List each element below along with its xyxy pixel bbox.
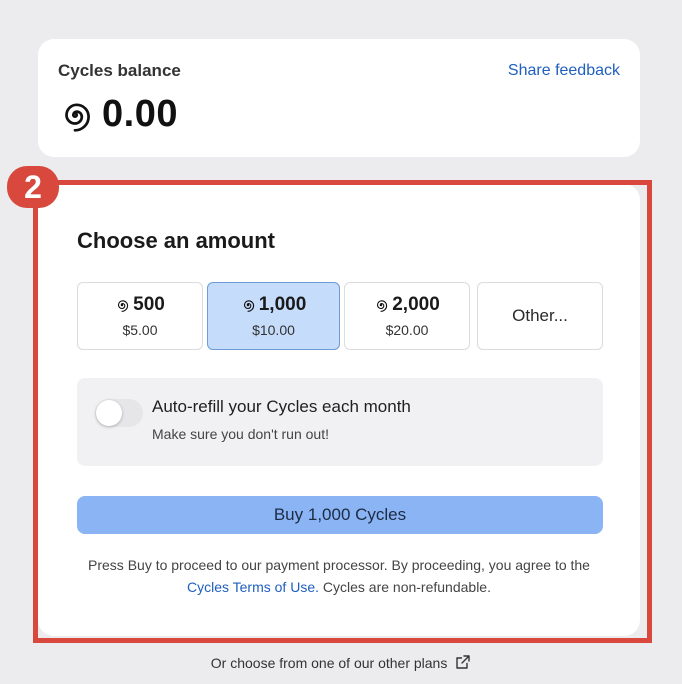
option-price: $5.00 — [122, 322, 158, 338]
toggle-knob — [96, 400, 122, 426]
auto-refill-title: Auto-refill your Cycles each month — [152, 397, 411, 416]
option-price: $20.00 — [385, 322, 429, 338]
cycles-spiral-icon — [374, 298, 388, 312]
option-cycles: 2,000 — [392, 294, 440, 315]
choose-amount-title: Choose an amount — [77, 228, 276, 253]
other-amount-label: Other... — [512, 306, 568, 325]
step-badge: 2 — [7, 166, 59, 208]
auto-refill-subtitle: Make sure you don't run out! — [152, 426, 329, 442]
balance-card: Cycles balance Share feedback 0.00 — [38, 39, 640, 157]
auto-refill-panel: Auto-refill your Cycles each month Make … — [77, 378, 603, 466]
cycles-spiral-icon — [58, 98, 92, 132]
share-feedback-link[interactable]: Share feedback — [508, 62, 620, 80]
terms-of-use-link[interactable]: Cycles Terms of Use. — [187, 579, 319, 595]
buy-cycles-button[interactable]: Buy 1,000 Cycles — [77, 496, 603, 534]
balance-row: 0.00 — [58, 93, 178, 136]
amount-option-2000[interactable]: 2,000 $20.00 — [344, 282, 470, 350]
other-plans-footer[interactable]: Or choose from one of our other plans — [0, 654, 682, 671]
other-plans-link[interactable]: Or choose from one of our other plans — [211, 655, 448, 671]
external-link-icon — [456, 655, 470, 669]
terms-suffix: Cycles are non-refundable. — [322, 579, 491, 595]
amount-option-500[interactable]: 500 $5.00 — [77, 282, 203, 350]
terms-prefix: Press Buy to proceed to our payment proc… — [88, 557, 590, 573]
amount-option-1000[interactable]: 1,000 $10.00 — [207, 282, 340, 350]
cycles-spiral-icon — [115, 298, 129, 312]
amount-options: 500 $5.00 1,000 $10.00 2,000 $20.00 Othe… — [77, 282, 603, 350]
balance-value: 0.00 — [102, 93, 178, 135]
balance-label: Cycles balance — [58, 61, 181, 80]
terms-text: Press Buy to proceed to our payment proc… — [58, 554, 620, 598]
option-cycles: 500 — [133, 294, 165, 315]
cycles-spiral-icon — [241, 298, 255, 312]
option-cycles: 1,000 — [258, 294, 307, 315]
auto-refill-toggle[interactable] — [95, 399, 143, 427]
choose-amount-card: Choose an amount 500 $5.00 1,000 $10.00 … — [38, 184, 640, 636]
amount-option-other[interactable]: Other... — [477, 282, 603, 350]
option-price: $10.00 — [252, 322, 295, 338]
